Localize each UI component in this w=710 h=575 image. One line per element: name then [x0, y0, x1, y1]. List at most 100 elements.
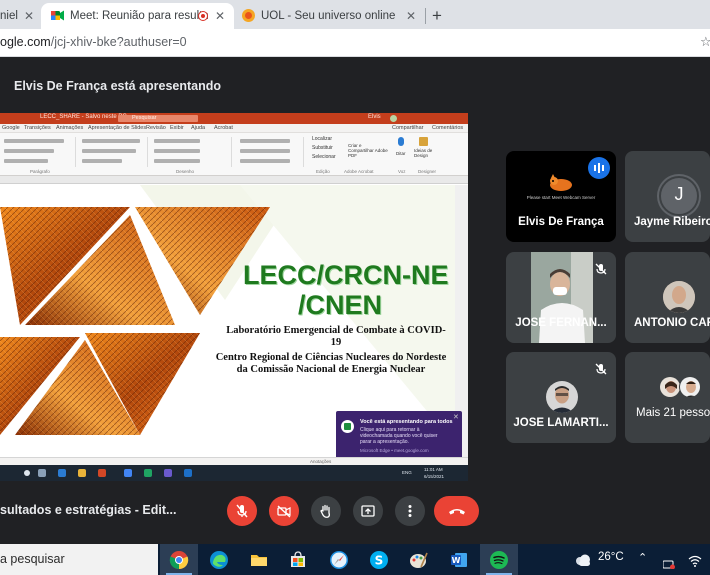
avatar — [663, 281, 695, 313]
ribbon-item: Ideias de Design — [414, 148, 433, 158]
taskbar-app-store[interactable] — [279, 544, 317, 575]
skype-icon: S — [370, 550, 388, 569]
ppt-titlebar: LECC_SHARE - Salvo neste PC Pesquisar El… — [0, 113, 468, 124]
present-icon — [361, 505, 375, 517]
slide-title-line1: LECC/CRCN-NE — [243, 260, 449, 290]
slide-subtitle-centro: Centro Regional de Ciências Nucleares do… — [215, 352, 447, 375]
meet-logo-icon — [51, 10, 64, 21]
ppt-status-notes: Anotações — [310, 459, 332, 464]
hang-up-icon — [448, 509, 465, 515]
raise-hand-button[interactable] — [311, 496, 341, 526]
shared-taskbar-time: 11:01 AM — [424, 467, 443, 472]
participant-tile-jose-lamarti[interactable]: JOSE LAMARTI... — [506, 352, 616, 443]
folder-icon — [78, 469, 86, 477]
participant-name: ANTONIO CAR — [634, 317, 710, 329]
folder-icon — [251, 554, 267, 566]
ppt-window-title: LECC_SHARE - Salvo neste PC — [40, 114, 127, 120]
notification-title: Você está apresentando para todos — [360, 419, 453, 425]
url-path: /jcj-xhiv-bke?authuser=0 — [50, 35, 187, 49]
chrome-icon — [169, 550, 189, 569]
shared-taskbar-lang: ENG — [402, 470, 412, 475]
ribbon-item: Selecionar — [312, 154, 336, 160]
address-bar[interactable]: ogle.com/jcj-xhiv-bke?authuser=0 ☆ — [0, 29, 710, 57]
present-screen-button[interactable] — [353, 496, 383, 526]
taskbar-app-edge[interactable] — [200, 544, 238, 575]
presenting-notification[interactable]: Você está apresentando para todos Clique… — [336, 411, 462, 462]
tab-meet[interactable]: Meet: Reunião para resultad ✕ — [41, 3, 234, 29]
ribbon-label: Parágrafo — [30, 169, 50, 174]
ppt-menu-item: Acrobat — [214, 125, 233, 131]
tab-label: Meet: Reunião para resultad — [70, 10, 208, 22]
taskbar-app-paint[interactable] — [400, 544, 438, 575]
ribbon-label: Designer — [418, 169, 437, 174]
ppt-menu-item: Apresentação de Slides — [88, 125, 147, 131]
ribbon-label: Voz — [398, 169, 406, 174]
leave-call-button[interactable] — [434, 496, 479, 526]
ppt-statusbar: Anotações — [0, 457, 468, 465]
recording-icon — [198, 11, 208, 21]
tab-uol[interactable]: UOL - Seu universo online ✕ — [236, 3, 424, 29]
tab-separator — [425, 8, 426, 24]
ppt-ribbon: Localizar Substituir Selecionar Criar e … — [0, 133, 468, 176]
participant-name: Elvis De França — [518, 216, 604, 228]
close-icon[interactable]: ✕ — [453, 413, 459, 421]
ppt-menu-item: Revisão — [146, 125, 166, 131]
chevron-up-icon[interactable]: ⌃ — [638, 551, 647, 564]
edge-icon — [58, 469, 66, 477]
svg-text:W: W — [452, 556, 461, 565]
mic-off-icon — [236, 504, 248, 518]
ribbon-label: Edição — [316, 169, 330, 174]
taskbar-app-chrome[interactable] — [160, 544, 198, 575]
ppt-menu-item: Exibir — [170, 125, 184, 131]
ribbon-group — [78, 137, 148, 167]
ppt-menu-item: Google — [2, 125, 20, 131]
star-icon[interactable]: ☆ — [700, 34, 710, 50]
tab-label: UOL - Seu universo online — [261, 10, 396, 22]
ppt-menu-item: Comentários — [432, 125, 464, 131]
ppt-ruler — [0, 176, 468, 184]
ribbon-item: Ditar — [396, 151, 406, 156]
word-icon — [184, 469, 192, 477]
tab-label: niel — [0, 10, 18, 22]
taskbar-search-box[interactable]: a pesquisar — [0, 544, 158, 575]
shared-taskbar-date: 6/15/2021 — [424, 474, 445, 479]
search-icon — [24, 470, 30, 476]
participant-tile-elvis[interactable]: Please start Meet Webcam Server Elvis De… — [506, 151, 616, 242]
ribbon-group — [150, 137, 232, 167]
close-icon[interactable]: ✕ — [215, 9, 225, 23]
app-icon — [164, 469, 172, 477]
avatar — [546, 381, 578, 413]
taskbar-app-file-explorer[interactable] — [240, 544, 278, 575]
taskbar-app-spotify[interactable] — [480, 544, 518, 575]
wifi-icon[interactable] — [688, 554, 702, 567]
compass-icon — [330, 550, 348, 569]
ribbon-label: Adobe Acrobat — [344, 169, 374, 174]
tab-previous[interactable]: niel ✕ — [0, 3, 40, 29]
participant-tile-antonio[interactable]: ANTONIO CAR — [625, 252, 710, 343]
avatar — [679, 376, 701, 398]
participant-tile-jose-fernan[interactable]: JOSE FERNAN... — [506, 252, 616, 343]
svg-text:S: S — [375, 553, 384, 567]
more-vert-icon — [408, 505, 412, 517]
more-options-button[interactable] — [395, 496, 425, 526]
camera-toggle-button[interactable] — [269, 496, 299, 526]
word-icon: W — [451, 552, 467, 567]
close-icon[interactable]: ✕ — [24, 9, 34, 23]
taskbar-app-word[interactable]: W — [440, 544, 478, 575]
ppt-menu-item: Transições — [24, 125, 51, 131]
mic-toggle-button[interactable] — [227, 496, 257, 526]
mic-off-icon — [595, 263, 607, 275]
notification-source: Microsoft Edge • meet.google.com — [360, 448, 429, 453]
close-icon[interactable]: ✕ — [406, 9, 416, 23]
new-tab-button[interactable]: + — [432, 3, 452, 29]
url-text[interactable]: ogle.com/jcj-xhiv-bke?authuser=0 — [0, 35, 187, 49]
taskbar-app-skype[interactable]: S — [360, 544, 398, 575]
store-icon — [291, 550, 305, 567]
participant-tile-more[interactable]: Mais 21 pessoa — [625, 352, 710, 443]
mic-icon — [398, 137, 404, 146]
taskbar-app-safari[interactable] — [320, 544, 358, 575]
uol-logo-icon — [242, 9, 255, 22]
participant-tile-jayme[interactable]: J Jayme Ribeiro — [625, 151, 710, 242]
taskbar-search-placeholder: a pesquisar — [0, 552, 65, 566]
tray-app-icon[interactable] — [662, 556, 675, 570]
